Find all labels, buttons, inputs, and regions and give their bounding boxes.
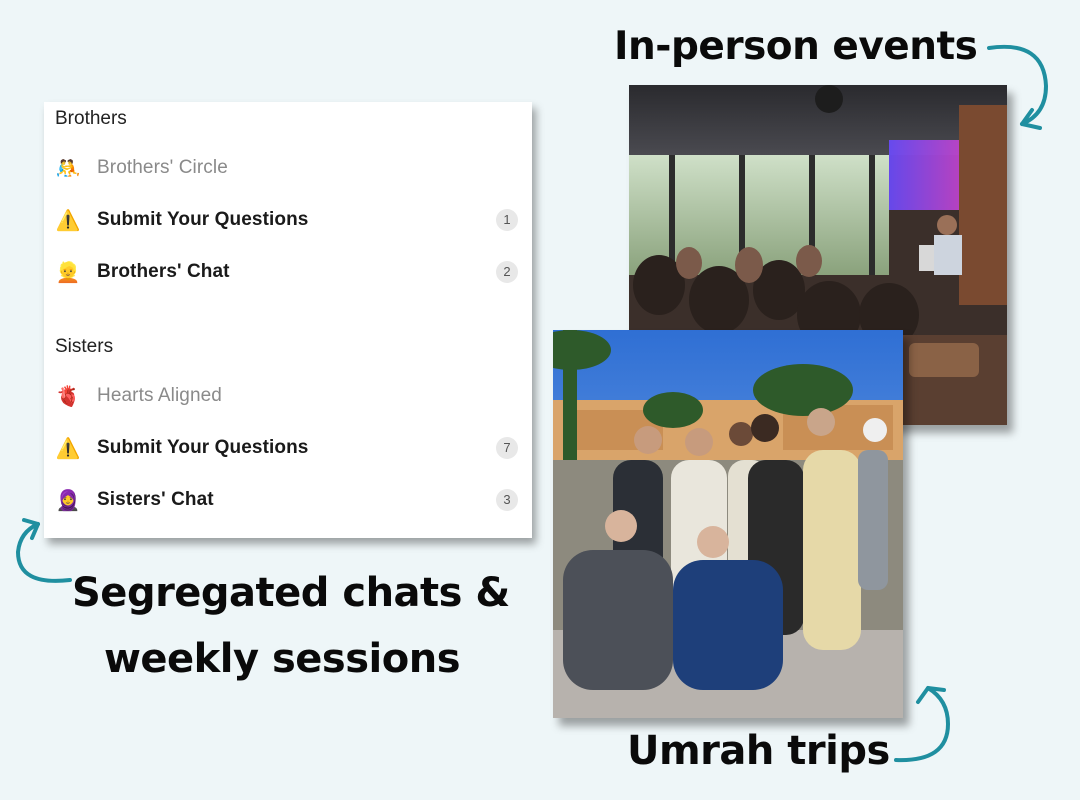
channel-label: Hearts Aligned [97,385,222,406]
channel-label: Brothers' Circle [97,157,228,178]
unread-badge: 2 [496,261,518,283]
caption-in-person-events: In-person events [614,24,978,69]
channel-label: Submit Your Questions [97,209,309,230]
caption-line: Segregated chats & [72,570,510,616]
wrestlers-icon: 🤼 [55,156,81,180]
woman-headscarf-icon: 🧕 [55,488,81,512]
channel-brothers-submit-questions[interactable]: ⚠️ Submit Your Questions 1 [55,205,518,235]
warning-icon: ⚠️ [55,436,81,460]
channel-brothers-circle[interactable]: 🤼 Brothers' Circle [55,153,518,183]
curved-arrow-icon [15,518,72,583]
section-title-brothers: Brothers [55,108,127,129]
channel-sisters-submit-questions[interactable]: ⚠️ Submit Your Questions 7 [55,433,518,463]
channel-label: Submit Your Questions [97,437,309,458]
unread-badge: 7 [496,437,518,459]
unread-badge: 3 [496,489,518,511]
channel-hearts-aligned[interactable]: 🫀 Hearts Aligned [55,381,518,411]
channel-label: Brothers' Chat [97,261,230,282]
channel-brothers-chat[interactable]: 👱 Brothers' Chat 2 [55,257,518,287]
anatomical-heart-icon: 🫀 [55,384,81,408]
channel-label: Sisters' Chat [97,489,214,510]
warning-icon: ⚠️ [55,208,81,232]
caption-umrah-trips: Umrah trips [627,728,890,774]
caption-segregated-chats: Segregated chats & weekly sessions [72,560,510,692]
section-title-sisters: Sisters [55,336,114,357]
curved-arrow-icon [894,686,951,763]
channel-sisters-chat[interactable]: 🧕 Sisters' Chat 3 [55,485,518,515]
chat-channel-panel: Brothers 🤼 Brothers' Circle ⚠️ Submit Yo… [44,102,532,538]
unread-badge: 1 [496,209,518,231]
caption-line: weekly sessions [103,636,461,682]
umrah-trip-photo [553,330,903,718]
man-face-icon: 👱 [55,260,81,284]
curved-arrow-icon [987,44,1049,130]
